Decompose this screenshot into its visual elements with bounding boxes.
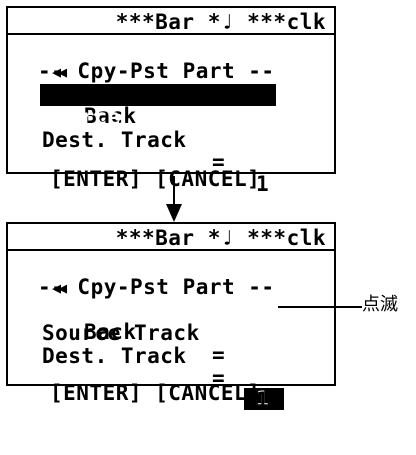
dest-track-item[interactable]: Dest. Track = 1	[8, 107, 334, 195]
rewind-icon: ◀◀	[52, 63, 67, 81]
arrow-down-icon	[166, 176, 182, 222]
back-menu-item[interactable]: ◀◀ Back	[8, 61, 334, 127]
status-text: ***Bar *♩ ***clk	[115, 10, 326, 34]
status-text: ***Bar *♩ ***clk	[115, 226, 326, 250]
menu-title: -- Cpy-Pst Part --	[38, 59, 275, 83]
key-hints: [ENTER] [CANCEL]	[50, 167, 261, 191]
source-track-item[interactable]: Source Track = 1	[8, 300, 334, 410]
lcd-screen-before: ***Bar *♩ ***clk -- Cpy-Pst Part -- ◀◀ B…	[6, 6, 336, 195]
callout-leader-line	[278, 306, 362, 308]
source-track-item-selected[interactable]: Source Track = 1	[40, 84, 276, 172]
rewind-icon: ◀◀	[52, 279, 67, 297]
lcd-screen-after: ***Bar *♩ ***clk -- Cpy-Pst Part -- ◀◀ B…	[6, 222, 336, 411]
key-hints: [ENTER] [CANCEL]	[50, 381, 261, 405]
status-bar: ***Bar *♩ ***clk	[8, 227, 334, 251]
dest-track-item[interactable]: Dest. Track = 1	[8, 323, 334, 411]
status-bar: ***Bar *♩ ***clk	[8, 11, 334, 35]
back-menu-item[interactable]: ◀◀ Back	[8, 277, 334, 343]
menu-title: -- Cpy-Pst Part --	[38, 275, 275, 299]
callout-label-blink: 点滅	[362, 294, 398, 315]
